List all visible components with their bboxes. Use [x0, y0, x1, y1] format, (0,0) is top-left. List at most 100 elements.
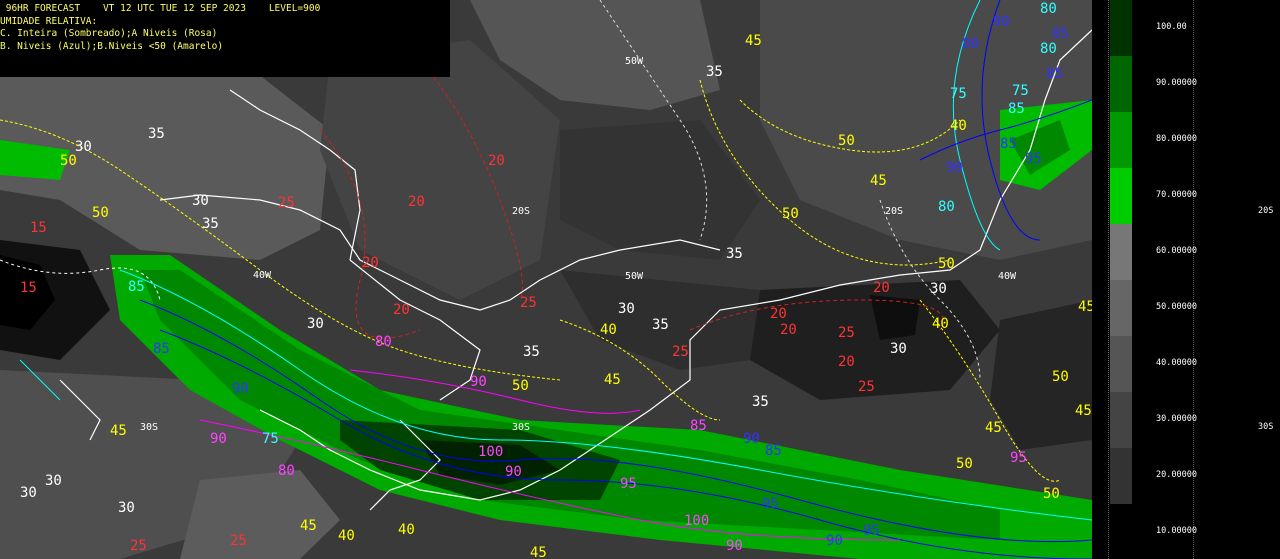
header-line-variable: UMIDADE RELATIVA:	[0, 15, 98, 27]
contour-label: 30	[307, 316, 324, 332]
contour-label: 20	[780, 322, 797, 338]
colorbar-label: 20.00000	[1156, 470, 1197, 480]
contour-label: 50	[1052, 369, 1069, 385]
contour-label: 85	[1008, 101, 1025, 117]
contour-label: 50	[838, 133, 855, 149]
colorbar	[1110, 0, 1132, 559]
contour-label: 90	[993, 14, 1010, 30]
contour-label: 20	[873, 280, 890, 296]
colorbar-segment	[1110, 224, 1132, 280]
contour-label: 80	[278, 463, 295, 479]
colorbar-label: 60.00000	[1156, 246, 1197, 256]
contour-label: 80	[375, 334, 392, 350]
contour-label: 40	[932, 316, 949, 332]
grid-label: 20S	[512, 206, 530, 217]
contour-label: 85	[1046, 66, 1063, 82]
contour-label: 85	[690, 418, 707, 434]
contour-label: 45	[870, 173, 887, 189]
contour-label: 45	[985, 420, 1002, 436]
contour-label: 40	[338, 528, 355, 544]
contour-label: 25	[672, 344, 689, 360]
contour-label: 95	[1025, 151, 1042, 167]
contour-label: 30	[930, 281, 947, 297]
contour-label: 80	[962, 36, 979, 52]
contour-label: 25	[230, 533, 247, 549]
contour-label: 90	[470, 374, 487, 390]
contour-label: 35	[148, 126, 165, 142]
contour-label: 40	[600, 322, 617, 338]
contour-label: 95	[762, 496, 779, 512]
colorbar-label: 90.00000	[1156, 78, 1197, 88]
contour-label: 35	[652, 317, 669, 333]
colorbar-label: 70.00000	[1156, 190, 1197, 200]
header-line-legend-1: C. Inteira (Sombreado);A Niveis (Rosa)	[0, 28, 218, 39]
colorbar-segment	[1110, 0, 1132, 56]
contour-label: 25	[858, 379, 875, 395]
contour-label: 95	[620, 476, 637, 492]
contour-label: 90	[505, 464, 522, 480]
contour-label: 30	[118, 500, 135, 516]
contour-label: 100	[684, 513, 709, 529]
contour-label: 20	[838, 354, 855, 370]
contour-label: 50	[92, 205, 109, 221]
contour-label: 20	[362, 255, 379, 271]
contour-label: 45	[1075, 403, 1092, 419]
contour-label: 50	[956, 456, 973, 472]
contour-label: 30	[20, 485, 37, 501]
forecast-header: 96HR FORECAST VT 12 UTC TUE 12 SEP 2023 …	[0, 0, 450, 77]
contour-label: 20	[408, 194, 425, 210]
grid-label: 20S	[885, 206, 903, 217]
colorbar-label: 10.00000	[1156, 526, 1197, 536]
colorbar-segment	[1110, 504, 1132, 559]
contour-label: 90	[232, 381, 249, 397]
colorbar-segment	[1110, 56, 1132, 112]
contour-label: 30	[192, 193, 209, 209]
colorbar-segment	[1110, 112, 1132, 168]
contour-label: 90	[210, 431, 227, 447]
contour-label: 20	[393, 302, 410, 318]
contour-label: 35	[726, 246, 743, 262]
contour-label: 25	[520, 295, 537, 311]
contour-label: 75	[950, 86, 967, 102]
contour-label: 75	[1012, 83, 1029, 99]
latitude-label: 20S	[1258, 206, 1274, 216]
contour-label: 85	[153, 341, 170, 357]
latitude-label: 30S	[1258, 422, 1274, 432]
contour-label: 30	[75, 139, 92, 155]
colorbar-segment	[1110, 392, 1132, 448]
contour-label: 45	[604, 372, 621, 388]
colorbar-label: 50.00000	[1156, 302, 1197, 312]
contour-label: 45	[530, 545, 547, 559]
contour-label: 95	[1010, 450, 1027, 466]
contour-label: 15	[20, 280, 37, 296]
contour-label: 20	[770, 306, 787, 322]
grid-label: 50W	[625, 56, 644, 67]
grid-label: 30S	[140, 422, 158, 433]
grid-label: 40W	[998, 271, 1017, 282]
contour-label: 30	[890, 341, 907, 357]
contour-label: 85	[1052, 26, 1069, 42]
contour-label: 85	[1000, 136, 1017, 152]
contour-label: 30	[618, 301, 635, 317]
contour-label: 95	[863, 523, 880, 539]
colorbar-segment	[1110, 168, 1132, 224]
contour-label: 80	[938, 199, 955, 215]
contour-label: 80	[1040, 1, 1057, 17]
contour-label: 75	[262, 431, 279, 447]
contour-label: 20	[488, 153, 505, 169]
colorbar-label: 80.00000	[1156, 134, 1197, 144]
contour-label: 15	[30, 220, 47, 236]
contour-label: 50	[782, 206, 799, 222]
colorbar-label: 40.00000	[1156, 358, 1197, 368]
grid-label: 40W	[253, 270, 272, 281]
colorbar-segment	[1110, 448, 1132, 504]
contour-label: 50	[938, 256, 955, 272]
contour-label: 90	[726, 538, 743, 554]
contour-label: 25	[838, 325, 855, 341]
contour-label: 50	[1043, 486, 1060, 502]
contour-label: 35	[202, 216, 219, 232]
weather-map: 45 50 40 45 50 50 40 45 50 40 45 50 45 5…	[0, 0, 1092, 559]
contour-label: 35	[523, 344, 540, 360]
contour-label: 35	[752, 394, 769, 410]
contour-label: 80	[1040, 41, 1057, 57]
